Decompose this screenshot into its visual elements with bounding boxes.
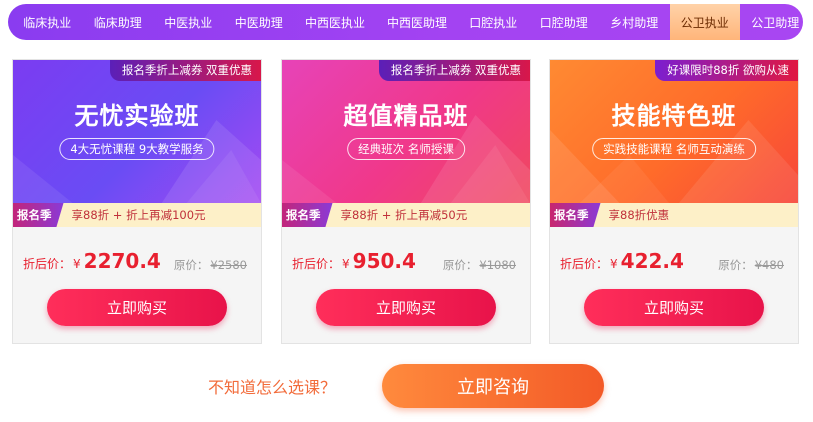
original-price-label: 原价： bbox=[173, 258, 209, 272]
promo-text: 享88折优惠 bbox=[608, 208, 670, 222]
tab-zhongxiyi-zhuli[interactable]: 中西医助理 bbox=[376, 4, 458, 40]
discount-price-value: 950.4 bbox=[352, 249, 416, 273]
original-price-value: ¥1080 bbox=[479, 258, 516, 272]
tab-zhongyi-zhiye[interactable]: 中医执业 bbox=[153, 4, 224, 40]
discount-price: 折后价： ¥ 422.4 bbox=[560, 249, 684, 273]
tab-gongwei-zhuli[interactable]: 公卫助理 bbox=[740, 4, 803, 40]
original-price: 原价： ¥1080 bbox=[443, 257, 516, 273]
tab-gongwei-zhiye[interactable]: 公卫执业 bbox=[669, 4, 740, 40]
discount-price-label: 折后价： bbox=[23, 257, 72, 271]
discount-price-label: 折后价： bbox=[560, 257, 609, 271]
banner-decoration bbox=[282, 115, 530, 203]
original-price-label: 原价： bbox=[442, 258, 478, 272]
tab-zhongxiyi-zhiye[interactable]: 中西医执业 bbox=[294, 4, 376, 40]
consult-button[interactable]: 立即咨询 bbox=[382, 364, 604, 408]
price-row: 折后价： ¥ 950.4 原价： ¥1080 bbox=[292, 247, 516, 273]
discount-price-value: 2270.4 bbox=[83, 249, 161, 273]
promo-bar: 报名季 享88折 + 折上再减50元 bbox=[282, 203, 530, 227]
promo-text: 享88折 + 折上再减100元 bbox=[71, 208, 206, 222]
card-banner: 报名季折上减券 双重优惠 超值精品班 经典班次 名师授课 bbox=[282, 60, 530, 203]
course-subtitle: 实践技能课程 名师互动演练 bbox=[592, 138, 756, 160]
currency-symbol: ¥ bbox=[610, 257, 618, 271]
promo-ribbon: 报名季折上减券 双重优惠 bbox=[109, 60, 261, 81]
tab-linchuang-zhiye[interactable]: 临床执业 bbox=[12, 4, 83, 40]
tab-linchuang-zhuli[interactable]: 临床助理 bbox=[83, 4, 154, 40]
original-price: 原价： ¥480 bbox=[718, 257, 784, 273]
promo-badge: 报名季 bbox=[13, 203, 64, 227]
banner-decoration bbox=[13, 120, 261, 203]
promo-badge: 报名季 bbox=[282, 203, 333, 227]
promo-ribbon: 好课限时88折 欲购从速 bbox=[655, 60, 798, 81]
tab-kouqiang-zhiye[interactable]: 口腔执业 bbox=[458, 4, 529, 40]
card-banner: 报名季折上减券 双重优惠 无忧实验班 4大无忧课程 9大教学服务 bbox=[13, 60, 261, 203]
original-price-label: 原价： bbox=[718, 258, 753, 272]
tab-zhongyi-zhuli[interactable]: 中医助理 bbox=[224, 4, 295, 40]
category-nav: 临床执业 临床助理 中医执业 中医助理 中西医执业 中西医助理 口腔执业 口腔助… bbox=[8, 4, 803, 40]
promo-text: 享88折 + 折上再减50元 bbox=[340, 208, 468, 222]
buy-button[interactable]: 立即购买 bbox=[47, 289, 227, 326]
promo-ribbon: 报名季折上减券 双重优惠 bbox=[378, 60, 530, 81]
price-row: 折后价： ¥ 422.4 原价： ¥480 bbox=[560, 247, 784, 273]
course-card-chaozhi: 报名季折上减券 双重优惠 超值精品班 经典班次 名师授课 报名季 享88折 + … bbox=[281, 59, 531, 344]
promo-bar: 报名季 享88折优惠 bbox=[550, 203, 798, 227]
card-banner: 好课限时88折 欲购从速 技能特色班 实践技能课程 名师互动演练 bbox=[550, 60, 798, 203]
original-price: 原价： ¥2580 bbox=[174, 257, 247, 273]
price-row: 折后价： ¥ 2270.4 原价： ¥2580 bbox=[23, 247, 247, 273]
currency-symbol: ¥ bbox=[342, 257, 350, 271]
discount-price: 折后价： ¥ 2270.4 bbox=[23, 249, 161, 273]
buy-button[interactable]: 立即购买 bbox=[316, 289, 496, 326]
tab-kouqiang-zhuli[interactable]: 口腔助理 bbox=[529, 4, 600, 40]
tab-xiangcun-zhuli[interactable]: 乡村助理 bbox=[599, 4, 670, 40]
course-title: 技能特色班 bbox=[611, 102, 737, 130]
course-help-question: 不知道怎么选课？ bbox=[208, 378, 337, 397]
original-price-value: ¥480 bbox=[754, 258, 784, 272]
course-subtitle: 4大无忧课程 9大教学服务 bbox=[59, 138, 215, 160]
course-title: 无忧实验班 bbox=[74, 102, 200, 130]
buy-button[interactable]: 立即购买 bbox=[584, 289, 764, 326]
course-title: 超值精品班 bbox=[343, 102, 469, 130]
discount-price: 折后价： ¥ 950.4 bbox=[292, 249, 416, 273]
original-price-value: ¥2580 bbox=[210, 258, 247, 272]
promo-bar: 报名季 享88折 + 折上再减100元 bbox=[13, 203, 261, 227]
course-subtitle: 经典班次 名师授课 bbox=[347, 138, 465, 160]
promo-badge: 报名季 bbox=[550, 203, 601, 227]
discount-price-label: 折后价： bbox=[292, 257, 341, 271]
course-card-wuyou: 报名季折上减券 双重优惠 无忧实验班 4大无忧课程 9大教学服务 报名季 享88… bbox=[12, 59, 262, 344]
course-card-jineng: 好课限时88折 欲购从速 技能特色班 实践技能课程 名师互动演练 报名季 享88… bbox=[549, 59, 799, 344]
currency-symbol: ¥ bbox=[73, 257, 81, 271]
discount-price-value: 422.4 bbox=[620, 249, 684, 273]
banner-decoration bbox=[550, 120, 798, 203]
